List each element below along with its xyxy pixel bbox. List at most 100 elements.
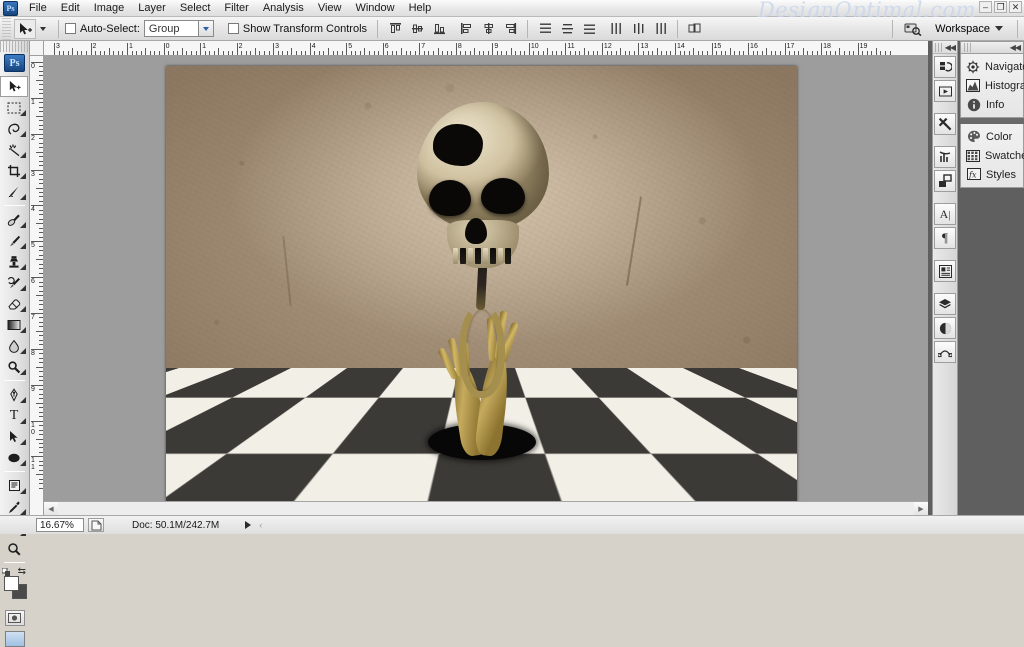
- ruler-minor-tick: [218, 48, 220, 55]
- auto-align-layers-button[interactable]: [685, 19, 705, 38]
- eyedropper-tool[interactable]: [0, 496, 28, 517]
- layer-comps-panel-icon[interactable]: [934, 260, 956, 282]
- divider: [892, 19, 894, 38]
- zoom-tool[interactable]: [0, 538, 28, 559]
- healing-brush-tool[interactable]: [0, 209, 28, 230]
- menu-item-analysis[interactable]: Analysis: [256, 0, 311, 16]
- styles-panel[interactable]: fx Styles: [961, 165, 1023, 184]
- menu-item-file[interactable]: File: [22, 0, 54, 16]
- gradient-tool[interactable]: [0, 314, 28, 335]
- canvas-area[interactable]: [44, 56, 928, 515]
- chevron-down-icon[interactable]: [197, 21, 213, 36]
- horizontal-type-tool[interactable]: T: [0, 405, 28, 426]
- slice-tool[interactable]: [0, 181, 28, 202]
- channels-panel-icon[interactable]: [934, 317, 956, 339]
- blur-tool[interactable]: [0, 335, 28, 356]
- tool-presets-panel-icon[interactable]: [934, 113, 956, 135]
- go-to-bridge-icon[interactable]: [900, 19, 926, 38]
- distribute-bottom-edges-button[interactable]: [579, 19, 599, 38]
- status-bar-menu-arrow-icon[interactable]: [245, 521, 252, 529]
- ellipse-shape-tool[interactable]: [0, 447, 28, 468]
- info-panel[interactable]: Info: [961, 95, 1023, 114]
- color-panel[interactable]: Color: [961, 127, 1023, 146]
- scroll-right-arrow-icon[interactable]: ▶: [914, 502, 928, 515]
- distribute-vertical-centers-button[interactable]: [557, 19, 577, 38]
- histogram-panel[interactable]: Histogram: [961, 76, 1024, 95]
- history-panel-icon[interactable]: [934, 56, 956, 78]
- brushes-panel-icon[interactable]: [934, 146, 956, 168]
- flyout-indicator: [20, 460, 26, 466]
- notes-tool[interactable]: [0, 475, 28, 496]
- history-brush-tool[interactable]: [0, 272, 28, 293]
- align-top-edges-button[interactable]: [385, 19, 405, 38]
- paragraph-panel-icon[interactable]: ¶: [934, 227, 956, 249]
- status-bar-resize-grip[interactable]: ‹: [259, 520, 262, 530]
- default-colors-icon[interactable]: [2, 568, 10, 576]
- menu-item-select[interactable]: Select: [173, 0, 218, 16]
- align-vertical-centers-button[interactable]: [407, 19, 427, 38]
- close-button[interactable]: ✕: [1009, 1, 1022, 13]
- clone-source-panel-icon[interactable]: [934, 170, 956, 192]
- document-size-icon[interactable]: [88, 518, 104, 532]
- foreground-color-swatch[interactable]: [4, 576, 19, 591]
- workspace-button[interactable]: Workspace: [927, 19, 1011, 39]
- quick-mask-mode-button[interactable]: [4, 610, 25, 626]
- align-right-edges-button[interactable]: [500, 19, 520, 38]
- show-transform-controls-checkbox[interactable]: [227, 23, 239, 34]
- character-panel-icon[interactable]: A|: [934, 203, 956, 225]
- restore-button[interactable]: ❐: [994, 1, 1007, 13]
- menu-item-image[interactable]: Image: [87, 0, 132, 16]
- navigator-panel[interactable]: Navigator: [961, 57, 1024, 76]
- ruler-origin-corner[interactable]: [30, 41, 44, 56]
- auto-select-checkbox[interactable]: [65, 23, 76, 34]
- canvas-horizontal-scrollbar[interactable]: ◀ ▶: [44, 501, 928, 515]
- layers-panel-icon[interactable]: [934, 293, 956, 315]
- scroll-left-arrow-icon[interactable]: ◀: [44, 502, 58, 515]
- move-tool[interactable]: [0, 76, 28, 97]
- distribute-right-edges-button[interactable]: [650, 19, 670, 38]
- menu-item-filter[interactable]: Filter: [217, 0, 255, 16]
- options-bar-grip[interactable]: [2, 17, 11, 40]
- auto-select-dropdown[interactable]: Group: [143, 20, 214, 37]
- distribute-horizontal-centers-button[interactable]: [628, 19, 648, 38]
- magic-wand-tool[interactable]: [0, 139, 28, 160]
- align-horizontal-centers-button[interactable]: [478, 19, 498, 38]
- swatches-panel[interactable]: Swatches: [961, 146, 1024, 165]
- horizontal-ruler[interactable]: 3 2 1 0 1 2 3 4 5 6 7 8 9 10 11 12 13 14 15 16 17 18 19: [44, 41, 928, 56]
- menu-item-edit[interactable]: Edit: [54, 0, 87, 16]
- tools-panel-grip[interactable]: [0, 41, 29, 52]
- paths-panel-icon[interactable]: [934, 341, 956, 363]
- menu-item-window[interactable]: Window: [348, 0, 401, 16]
- distribute-top-edges-button[interactable]: [535, 19, 555, 38]
- menu-item-view[interactable]: View: [311, 0, 349, 16]
- crop-tool[interactable]: [0, 160, 28, 181]
- image-document[interactable]: [166, 66, 797, 508]
- align-bottom-edges-button[interactable]: [429, 19, 449, 38]
- vertical-ruler[interactable]: 0 1 2 3 4 5 6 7 8 9 10 11: [30, 56, 44, 515]
- menu-item-layer[interactable]: Layer: [131, 0, 173, 16]
- tool-preset-picker-caret[interactable]: [40, 26, 46, 31]
- current-tool-icon[interactable]: [14, 18, 36, 39]
- dodge-tool[interactable]: [0, 356, 28, 377]
- zoom-level-input[interactable]: 16.67%: [36, 518, 84, 532]
- actions-panel-icon[interactable]: [934, 80, 956, 102]
- clone-stamp-tool[interactable]: [0, 251, 28, 272]
- distribute-left-edges-button[interactable]: [606, 19, 626, 38]
- drag-grip-icon[interactable]: [935, 42, 943, 52]
- collapse-panels-icon[interactable]: ◀◀: [945, 43, 956, 52]
- panel-column-header[interactable]: ◀◀: [960, 41, 1024, 54]
- pen-tool[interactable]: [0, 384, 28, 405]
- minimize-button[interactable]: –: [979, 1, 992, 13]
- eraser-tool[interactable]: [0, 293, 28, 314]
- screen-mode-button[interactable]: [4, 631, 25, 647]
- align-left-edges-button[interactable]: [456, 19, 476, 38]
- brush-tool[interactable]: [0, 230, 28, 251]
- collapse-panels-icon[interactable]: ◀◀: [1010, 43, 1021, 52]
- lasso-tool[interactable]: [0, 118, 28, 139]
- drag-grip-icon[interactable]: [964, 43, 972, 52]
- menu-item-help[interactable]: Help: [402, 0, 439, 16]
- flyout-indicator: [20, 173, 26, 179]
- path-selection-tool[interactable]: [0, 426, 28, 447]
- rectangular-marquee-tool[interactable]: [0, 97, 28, 118]
- panel-icon-rail-header[interactable]: ◀◀: [933, 41, 957, 54]
